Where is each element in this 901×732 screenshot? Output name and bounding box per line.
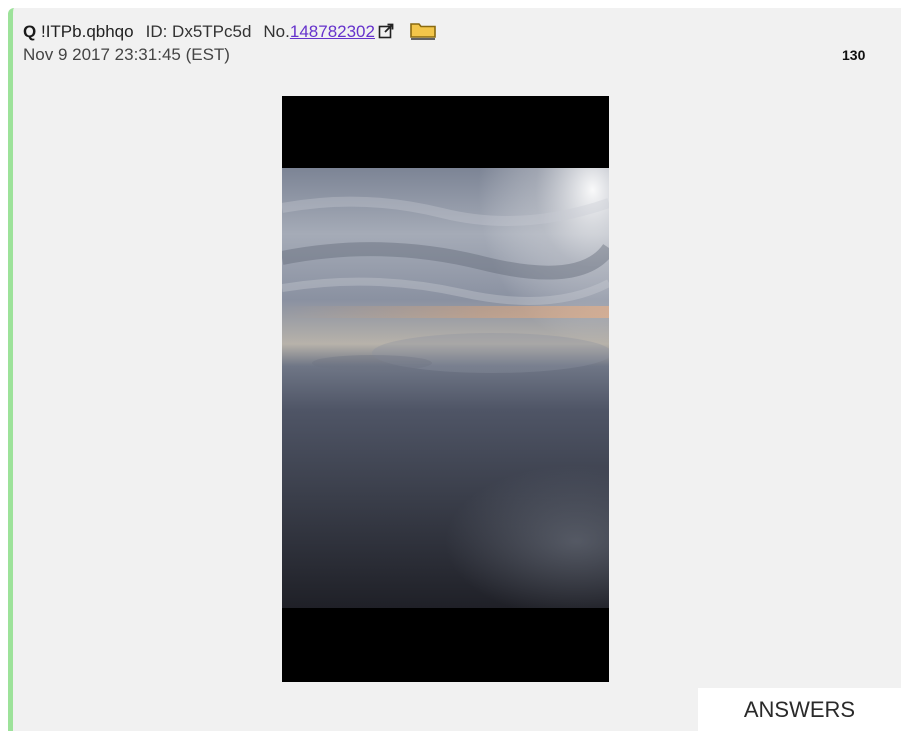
reply-count: 130: [842, 47, 866, 63]
sky-photo: [282, 168, 609, 608]
post-number-prefix: No.: [263, 22, 290, 41]
author-name: Q: [23, 22, 37, 41]
post-image[interactable]: [282, 96, 609, 682]
post-timestamp: Nov 9 2017 23:31:45 (EST): [23, 45, 230, 64]
folder-icon[interactable]: [408, 20, 438, 45]
post-number-link[interactable]: 148782302: [290, 22, 375, 41]
post-header-row: Q !ITPb.qbhqo ID: Dx5TPc5d No.148782302: [23, 20, 438, 45]
poster-id: ID: Dx5TPc5d: [145, 22, 252, 41]
tripcode: !ITPb.qbhqo: [40, 22, 134, 41]
external-link-icon[interactable]: [378, 23, 394, 44]
post-header: Q !ITPb.qbhqo ID: Dx5TPc5d No.148782302 No…: [23, 20, 438, 65]
answers-button[interactable]: ANSWERS: [698, 688, 901, 731]
